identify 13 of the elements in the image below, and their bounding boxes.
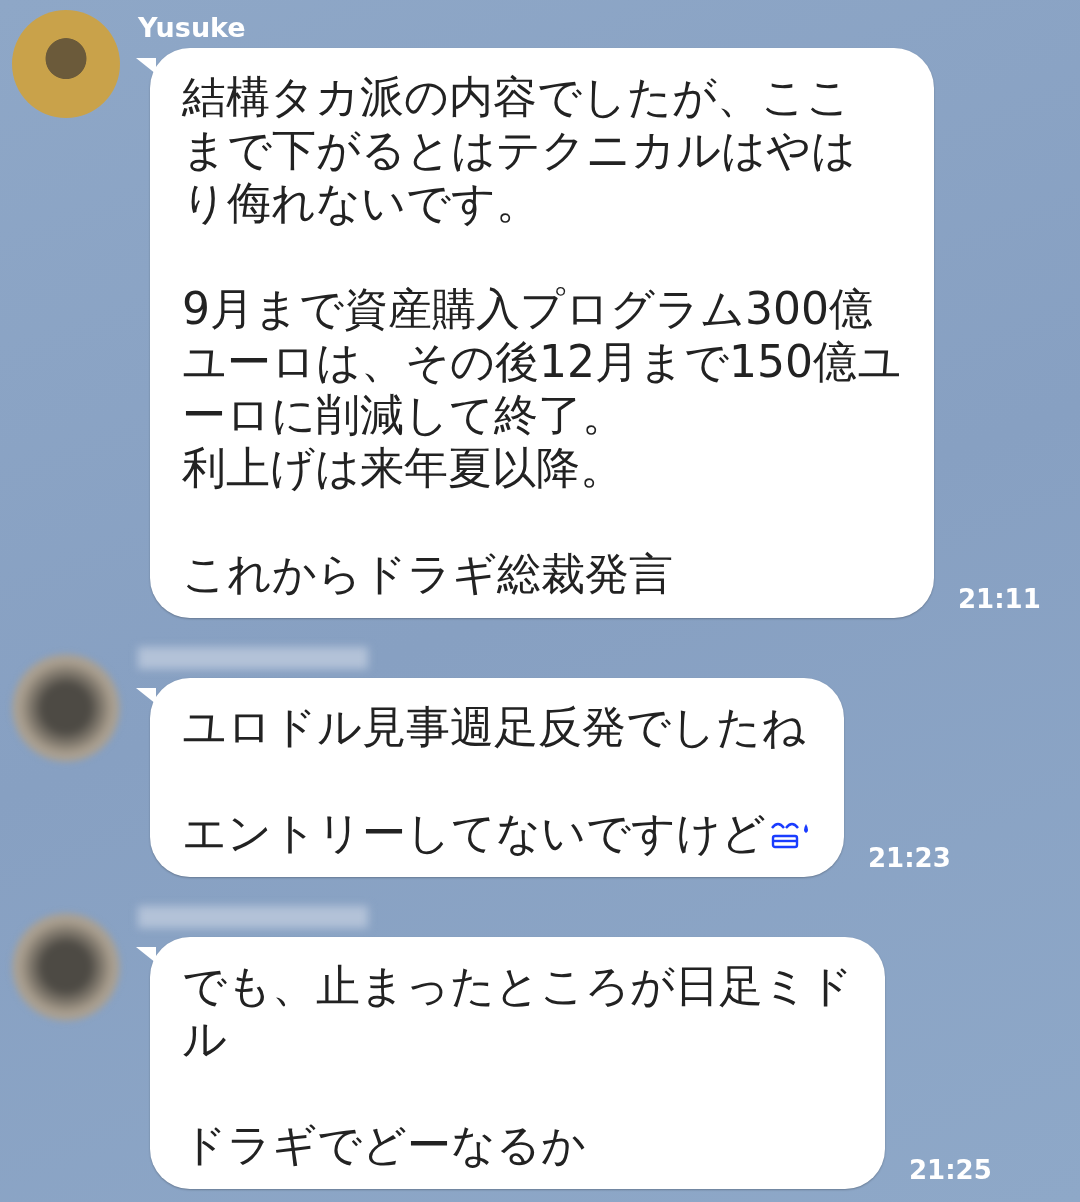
message-text: これからドラギ総裁発言 xyxy=(182,547,674,600)
avatar[interactable] xyxy=(12,913,120,1021)
message-text: ドラギでどーなるか xyxy=(182,1118,587,1171)
message-text: 9月まで資産購入プログラム300億 ユーロは、その後12月まで150億ユ ーロに削減して終了。 利上げは来年夏以降。 xyxy=(182,282,902,494)
message-text: ユロドル見事週足反発でしたね xyxy=(182,700,807,753)
avatar[interactable] xyxy=(12,654,120,762)
message-text: 結構タカ派の内容でしたが、ここ まで下がるとはテクニカルはやは り侮れないです。 xyxy=(182,70,857,229)
message-text: エントリーしてないですけど xyxy=(182,806,812,859)
sender-name: Yusuke xyxy=(138,11,247,45)
message-time: 21:11 xyxy=(958,584,1041,614)
message-time: 21:25 xyxy=(909,1155,992,1185)
message-time: 21:23 xyxy=(868,843,951,873)
message-text: でも、止まったところが日足ミド ル xyxy=(182,959,853,1065)
